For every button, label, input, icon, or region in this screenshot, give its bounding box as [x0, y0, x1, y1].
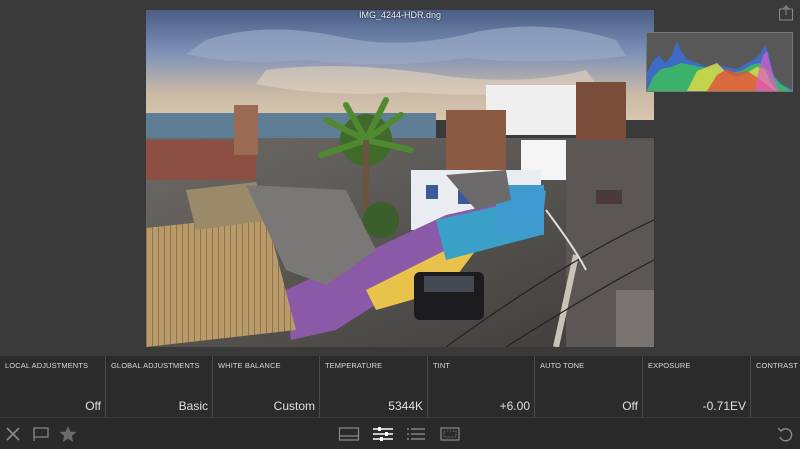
panel-label: WHITE BALANCE [218, 361, 281, 370]
flag-button[interactable] [31, 425, 51, 443]
panel-value: Custom [273, 399, 315, 413]
histogram-graph [647, 41, 792, 91]
flag-icon [33, 427, 49, 441]
panel-label: LOCAL ADJUSTMENTS [5, 361, 89, 370]
crop-button[interactable] [439, 425, 461, 443]
tint-panel[interactable]: TINT +6.00 [428, 356, 535, 417]
reject-button[interactable] [4, 425, 24, 443]
panel-label: GLOBAL ADJUSTMENTS [111, 361, 200, 370]
metadata-icon [407, 428, 425, 440]
global-adjustments-panel[interactable]: GLOBAL ADJUSTMENTS Basic [106, 356, 213, 417]
star-rating-button[interactable] [58, 425, 78, 443]
filmstrip-button[interactable] [338, 425, 360, 443]
photo-canvas[interactable] [146, 10, 654, 347]
reject-icon [6, 427, 20, 441]
panel-label: TINT [433, 361, 451, 370]
panel-label: EXPOSURE [648, 361, 691, 370]
white-balance-panel[interactable]: WHITE BALANCE Custom [213, 356, 320, 417]
filmstrip-icon [338, 427, 360, 441]
panel-value: Off [85, 399, 101, 413]
bottom-toolbar [0, 417, 800, 449]
contrast-panel[interactable]: CONTRAST [751, 356, 800, 417]
photo-image [146, 10, 654, 347]
crop-icon [440, 427, 460, 441]
undo-button[interactable] [776, 425, 796, 443]
metadata-button[interactable] [405, 425, 427, 443]
panel-label: AUTO TONE [540, 361, 585, 370]
panel-value: 5344K [388, 399, 423, 413]
share-button[interactable] [778, 5, 794, 21]
star-icon [59, 426, 77, 442]
auto-tone-panel[interactable]: AUTO TONE Off [535, 356, 643, 417]
undo-icon [777, 427, 793, 442]
local-adjustments-panel[interactable]: LOCAL ADJUSTMENTS Off [0, 356, 106, 417]
photo-viewer[interactable]: IMG_4244-HDR.dng [0, 0, 800, 356]
panel-value: -0.71EV [702, 399, 746, 413]
panel-label: TEMPERATURE [325, 361, 383, 370]
temperature-panel[interactable]: TEMPERATURE 5344K [320, 356, 428, 417]
panel-value: +6.00 [499, 399, 530, 413]
adjustments-button[interactable] [372, 425, 394, 443]
panel-label: CONTRAST [756, 361, 799, 370]
adjustment-panel-strip[interactable]: LOCAL ADJUSTMENTS Off GLOBAL ADJUSTMENTS… [0, 356, 800, 417]
exposure-panel[interactable]: EXPOSURE -0.71EV [643, 356, 751, 417]
histogram [646, 32, 793, 92]
panel-value: Basic [178, 399, 208, 413]
adjustments-icon [373, 427, 393, 441]
share-icon [779, 5, 793, 21]
panel-value: Off [622, 399, 638, 413]
photo-filename: IMG_4244-HDR.dng [358, 10, 442, 20]
